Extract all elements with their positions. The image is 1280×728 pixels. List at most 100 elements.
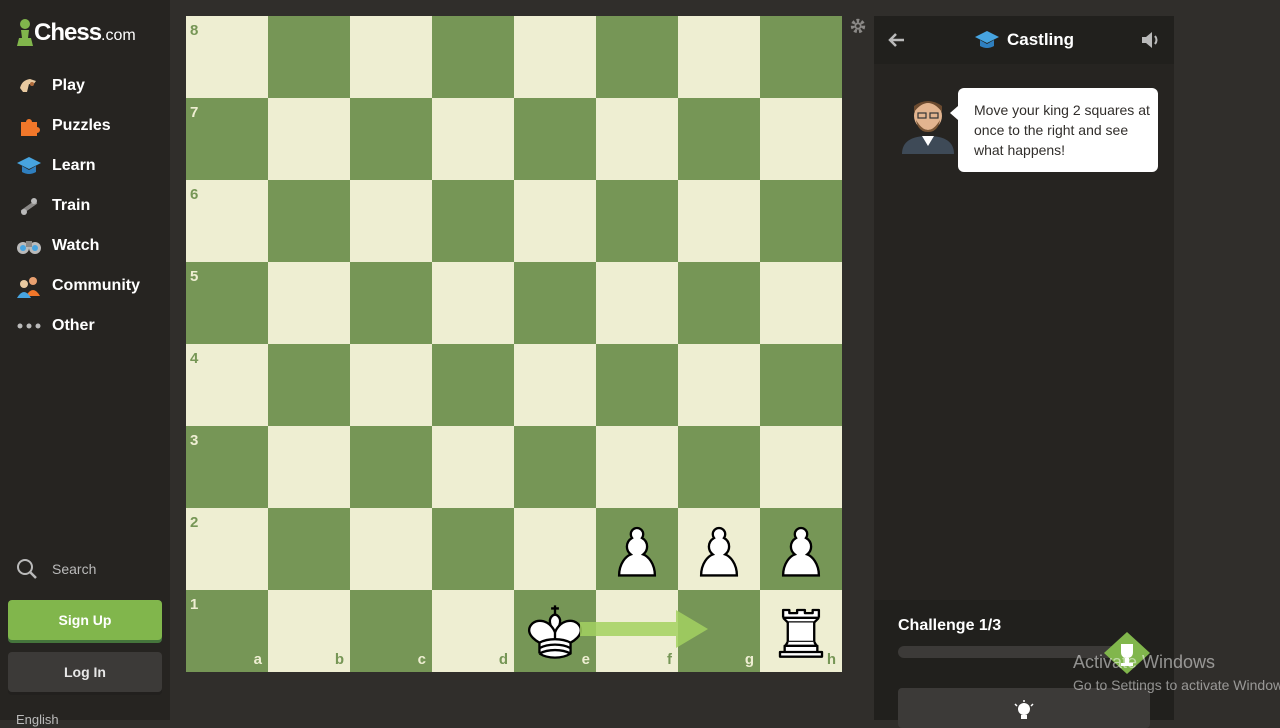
square-b6[interactable]	[268, 180, 350, 262]
square-e2[interactable]	[514, 508, 596, 590]
square-b3[interactable]	[268, 426, 350, 508]
nav-learn[interactable]: Learn	[16, 146, 140, 186]
square-g1[interactable]: g	[678, 590, 760, 672]
nav-other[interactable]: Other	[16, 306, 140, 346]
back-arrow-icon[interactable]	[886, 30, 906, 50]
nav-train[interactable]: Train	[16, 186, 140, 226]
square-g5[interactable]	[678, 262, 760, 344]
square-h5[interactable]	[760, 262, 842, 344]
square-a6[interactable]: 6	[186, 180, 268, 262]
white-rook-piece[interactable]	[766, 596, 836, 666]
square-a8[interactable]: 8	[186, 16, 268, 98]
square-f3[interactable]	[596, 426, 678, 508]
log-in-button[interactable]: Log In	[8, 652, 162, 692]
square-a4[interactable]: 4	[186, 344, 268, 426]
square-e3[interactable]	[514, 426, 596, 508]
sidebar: Chess .com Play Puzzles Learn Train Watc…	[0, 0, 170, 727]
square-d8[interactable]	[432, 16, 514, 98]
square-d7[interactable]	[432, 98, 514, 180]
square-a2[interactable]: 2	[186, 508, 268, 590]
white-pawn-piece[interactable]	[766, 514, 836, 584]
sign-up-button[interactable]: Sign Up	[8, 600, 162, 640]
square-b5[interactable]	[268, 262, 350, 344]
lesson-header: Castling	[874, 16, 1174, 64]
square-e1[interactable]: e	[514, 590, 596, 672]
square-c1[interactable]: c	[350, 590, 432, 672]
board-settings-gear-icon[interactable]	[849, 17, 867, 35]
rank-label: 8	[190, 22, 199, 39]
square-b8[interactable]	[268, 16, 350, 98]
square-g4[interactable]	[678, 344, 760, 426]
square-a1[interactable]: 1a	[186, 590, 268, 672]
square-d2[interactable]	[432, 508, 514, 590]
square-e8[interactable]	[514, 16, 596, 98]
square-a5[interactable]: 5	[186, 262, 268, 344]
nav-play[interactable]: Play	[16, 66, 140, 106]
square-a7[interactable]: 7	[186, 98, 268, 180]
square-g2[interactable]	[678, 508, 760, 590]
train-icon	[16, 193, 42, 219]
square-h7[interactable]	[760, 98, 842, 180]
nav-community[interactable]: Community	[16, 266, 140, 306]
square-f5[interactable]	[596, 262, 678, 344]
square-c2[interactable]	[350, 508, 432, 590]
square-h8[interactable]	[760, 16, 842, 98]
square-h4[interactable]	[760, 344, 842, 426]
square-g3[interactable]	[678, 426, 760, 508]
nav-learn-label: Learn	[52, 157, 96, 174]
square-e7[interactable]	[514, 98, 596, 180]
more-dots-icon	[16, 313, 42, 339]
community-icon	[16, 273, 42, 299]
square-b7[interactable]	[268, 98, 350, 180]
square-c4[interactable]	[350, 344, 432, 426]
nav-other-label: Other	[52, 317, 95, 334]
square-b1[interactable]: b	[268, 590, 350, 672]
search-link[interactable]: Search	[16, 558, 96, 580]
square-c5[interactable]	[350, 262, 432, 344]
square-h6[interactable]	[760, 180, 842, 262]
square-h1[interactable]: h	[760, 590, 842, 672]
square-f7[interactable]	[596, 98, 678, 180]
square-f1[interactable]: f	[596, 590, 678, 672]
square-h2[interactable]	[760, 508, 842, 590]
square-c8[interactable]	[350, 16, 432, 98]
watermark-line-1: Activate Windows	[1073, 652, 1216, 672]
square-c3[interactable]	[350, 426, 432, 508]
rank-label: 7	[190, 104, 199, 121]
square-c7[interactable]	[350, 98, 432, 180]
square-a3[interactable]: 3	[186, 426, 268, 508]
square-g7[interactable]	[678, 98, 760, 180]
hint-button[interactable]	[898, 688, 1150, 728]
white-pawn-piece[interactable]	[602, 514, 672, 584]
square-f6[interactable]	[596, 180, 678, 262]
pawn-logo-icon	[17, 19, 33, 46]
square-g6[interactable]	[678, 180, 760, 262]
windows-activation-watermark: Activate Windows Go to Settings to activ…	[1073, 652, 1280, 693]
square-f8[interactable]	[596, 16, 678, 98]
chess-board[interactable]: 8 7 654321abcdefgh	[186, 16, 842, 672]
nav-puzzles[interactable]: Puzzles	[16, 106, 140, 146]
watermark-line-2: Go to Settings to activate Windows.	[1073, 677, 1280, 693]
square-f2[interactable]	[596, 508, 678, 590]
volume-icon[interactable]	[1140, 30, 1162, 50]
square-d1[interactable]: d	[432, 590, 514, 672]
square-d4[interactable]	[432, 344, 514, 426]
white-king-piece[interactable]	[520, 596, 590, 666]
square-g8[interactable]	[678, 16, 760, 98]
square-f4[interactable]	[596, 344, 678, 426]
white-pawn-piece[interactable]	[684, 514, 754, 584]
nav-puzzles-label: Puzzles	[52, 117, 111, 134]
square-e4[interactable]	[514, 344, 596, 426]
square-b4[interactable]	[268, 344, 350, 426]
square-e6[interactable]	[514, 180, 596, 262]
square-b2[interactable]	[268, 508, 350, 590]
square-d5[interactable]	[432, 262, 514, 344]
chess-logo[interactable]: Chess .com	[16, 18, 136, 48]
nav-watch[interactable]: Watch	[16, 226, 140, 266]
square-c6[interactable]	[350, 180, 432, 262]
square-d6[interactable]	[432, 180, 514, 262]
square-d3[interactable]	[432, 426, 514, 508]
file-label: a	[253, 651, 262, 668]
square-h3[interactable]	[760, 426, 842, 508]
square-e5[interactable]	[514, 262, 596, 344]
